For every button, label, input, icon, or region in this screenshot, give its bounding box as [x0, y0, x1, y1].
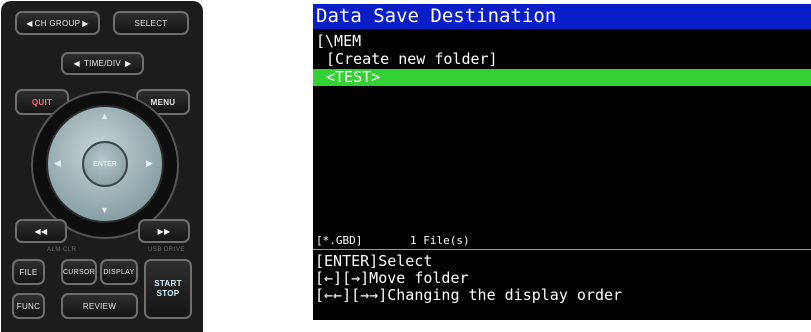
file-button[interactable]: FILE — [12, 259, 45, 285]
arrow-right-icon[interactable]: ▶ — [146, 158, 153, 169]
control-panel: ◀ CH GROUP ▶ SELECT ◀ TIME/DIV ▶ QUIT ME… — [1, 1, 203, 332]
fast-forward-icon: ▶▶ — [157, 226, 171, 236]
help-enter-select: [ENTER]Select — [315, 252, 433, 270]
enter-button[interactable]: ENTER — [82, 141, 128, 187]
display-button[interactable]: DISPLAY — [100, 259, 138, 285]
divider — [313, 249, 811, 250]
start-label: START — [154, 279, 182, 288]
time-div-label: TIME/DIV — [83, 59, 122, 68]
enter-label: ENTER — [93, 160, 117, 168]
file-filter: [*.GBD] — [316, 234, 363, 247]
usb-drive-label: USB DRIVE — [148, 247, 185, 253]
rewind-icon: ◀◀ — [34, 226, 48, 236]
folder-item-test[interactable]: <TEST> — [326, 69, 380, 86]
triangle-left-icon: ◀ — [73, 59, 80, 68]
arrow-down-icon[interactable]: ▼ — [100, 205, 109, 215]
ch-group-label: CH GROUP — [34, 18, 81, 28]
help-move-folder: [←][→]Move folder — [315, 269, 469, 287]
file-count: 1 File(s) — [410, 234, 470, 247]
review-button[interactable]: REVIEW — [61, 293, 138, 319]
alm-clr-label: ALM CLR — [47, 247, 77, 253]
file-label: FILE — [19, 267, 38, 277]
cursor-label: CURSOR — [62, 268, 96, 276]
help-display-order: [←←][→→]Changing the display order — [315, 286, 623, 304]
select-label: SELECT — [134, 18, 168, 28]
arrow-up-icon[interactable]: ▲ — [100, 111, 109, 121]
triangle-left-icon: ◀ — [26, 18, 33, 28]
func-button[interactable]: FUNC — [12, 293, 45, 319]
current-path: [\MEM — [316, 32, 362, 50]
cursor-button[interactable]: CURSOR — [61, 259, 97, 285]
func-label: FUNC — [16, 301, 41, 311]
quit-label: QUIT — [31, 97, 53, 107]
display-label: DISPLAY — [103, 268, 135, 276]
folder-item-create-new[interactable]: [Create new folder] — [326, 51, 498, 68]
screen-title: Data Save Destination — [313, 4, 811, 29]
arrow-left-icon[interactable]: ◀ — [54, 158, 61, 169]
selection-highlight — [313, 69, 811, 86]
start-stop-button[interactable]: START STOP — [144, 259, 192, 319]
fast-forward-button[interactable]: ▶▶ — [138, 219, 190, 243]
triangle-right-icon: ▶ — [82, 18, 89, 28]
select-button[interactable]: SELECT — [113, 11, 189, 35]
triangle-right-icon: ▶ — [125, 59, 132, 68]
review-label: REVIEW — [82, 301, 117, 311]
menu-label: MENU — [150, 97, 176, 107]
time-div-button[interactable]: ◀ TIME/DIV ▶ — [61, 52, 144, 75]
stop-label: STOP — [156, 289, 180, 298]
lcd-screen: Data Save Destination [\MEM [Create new … — [313, 4, 811, 320]
ch-group-button[interactable]: ◀ CH GROUP ▶ — [15, 11, 100, 35]
rewind-button[interactable]: ◀◀ — [15, 219, 67, 243]
